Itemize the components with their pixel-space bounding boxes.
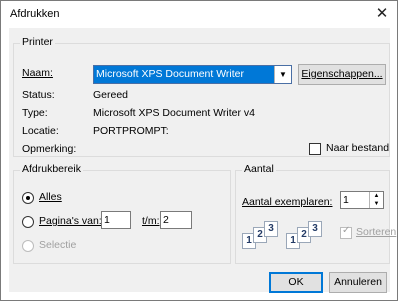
copies-input[interactable]: 1 ▲ ▼ — [340, 191, 384, 209]
ok-button[interactable]: OK — [269, 272, 323, 293]
selection-label: Selectie — [39, 239, 77, 251]
print-dialog: Afdrukken ✕ Printer Naam: Microsoft XPS … — [0, 0, 398, 301]
window-title: Afdrukken — [10, 8, 60, 20]
page-icon-3: 3 — [308, 221, 322, 237]
copies-group-title: Aantal — [242, 163, 276, 175]
copies-group: Aantal Aantal exemplaren: 1 ▲ ▼ 1 2 3 1 … — [235, 163, 396, 264]
properties-button[interactable]: Eigenschappen... — [298, 64, 386, 85]
status-value: Gereed — [93, 89, 129, 101]
print-range-group-title: Afdrukbereik — [20, 163, 83, 175]
printer-group: Printer Naam: Microsoft XPS Document Wri… — [13, 36, 390, 157]
collate-pages-icon: 1 2 3 — [242, 221, 282, 251]
properties-button-label: Eigenschappen... — [301, 68, 383, 80]
copies-value: 1 — [343, 194, 349, 206]
to-file-checkbox[interactable] — [309, 143, 321, 155]
spin-up-icon[interactable]: ▲ — [370, 192, 383, 200]
all-radio[interactable] — [22, 192, 34, 204]
selection-radio[interactable] — [22, 240, 34, 252]
copies-label: Aantal exemplaren: — [242, 196, 333, 208]
copies-spinner[interactable]: ▲ ▼ — [369, 192, 383, 208]
print-range-group: Afdrukbereik Alles Pagina's van: 1 t/m: … — [13, 163, 231, 264]
ok-button-label: OK — [288, 276, 304, 288]
pages-radio[interactable] — [22, 216, 34, 228]
close-icon[interactable]: ✕ — [367, 1, 397, 27]
status-label: Status: — [22, 89, 55, 101]
dialog-body: Printer Naam: Microsoft XPS Document Wri… — [9, 28, 396, 293]
pages-label[interactable]: Pagina's van: — [39, 215, 102, 227]
pages-to-label: t/m: — [142, 215, 160, 227]
collate-checkbox[interactable]: ✓ — [340, 225, 352, 239]
comment-label: Opmerking: — [22, 143, 77, 155]
pages-from-input[interactable]: 1 — [101, 211, 131, 229]
title-bar[interactable]: Afdrukken ✕ — [1, 1, 397, 27]
printer-name-value: Microsoft XPS Document Writer — [96, 68, 245, 80]
printer-name-select[interactable]: Microsoft XPS Document Writer ▼ — [93, 65, 292, 84]
pages-to-value: 2 — [163, 214, 169, 226]
cancel-button[interactable]: Annuleren — [329, 272, 387, 293]
type-label: Type: — [22, 107, 48, 119]
location-label: Locatie: — [22, 125, 59, 137]
chevron-down-icon[interactable]: ▼ — [274, 66, 291, 83]
pages-from-value: 1 — [104, 214, 110, 226]
page-icon-3: 3 — [264, 221, 278, 237]
name-label: Naam: — [22, 67, 53, 79]
collate-label: Sorteren — [356, 226, 397, 238]
type-value: Microsoft XPS Document Writer v4 — [93, 107, 256, 119]
pages-to-input[interactable]: 2 — [160, 211, 192, 229]
cancel-button-label: Annuleren — [334, 276, 382, 288]
to-file-label[interactable]: Naar bestand — [326, 142, 389, 154]
collate-pages-icon-2: 1 2 3 — [286, 221, 326, 251]
printer-group-title: Printer — [20, 36, 55, 48]
location-value: PORTPROMPT: — [93, 125, 169, 137]
spin-down-icon[interactable]: ▼ — [370, 200, 383, 208]
all-label[interactable]: Alles — [39, 191, 62, 203]
